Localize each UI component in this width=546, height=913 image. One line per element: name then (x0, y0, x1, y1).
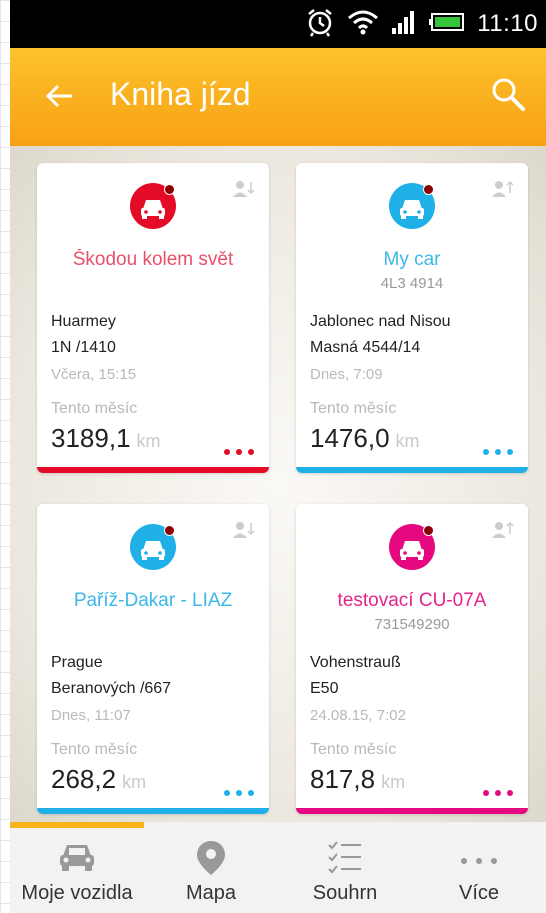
month-label: Tento měsíc (51, 741, 138, 758)
distance-unit: km (136, 431, 161, 451)
location-line2: E50 (310, 680, 339, 697)
nav-item-summary[interactable]: Souhrn (278, 822, 412, 913)
month-label: Tento měsíc (310, 400, 397, 417)
nav-label: Mapa (185, 882, 237, 904)
car-icon (130, 524, 176, 570)
vehicle-name: Paříž-Dakar - LIAZ (73, 590, 233, 611)
location-line1: Huarmey (51, 313, 116, 330)
distance-number: 817,8 (310, 764, 376, 794)
distance-unit: km (381, 772, 406, 792)
last-trip-time: Včera, 15:15 (51, 366, 137, 383)
card-accent-bar (37, 467, 269, 473)
card-accent-bar (37, 808, 269, 814)
month-label: Tento měsíc (51, 400, 138, 417)
more-dots-icon[interactable] (223, 443, 255, 455)
more-dots-icon[interactable] (223, 784, 255, 796)
distance-unit: km (122, 772, 147, 792)
location-line2: Beranových /667 (51, 680, 172, 697)
notification-dot (164, 184, 175, 195)
status-time: 11:10 (477, 10, 538, 37)
card-accent-bar (296, 467, 528, 473)
card-accent-bar (296, 808, 528, 814)
vehicle-plate: 731549290 (374, 616, 450, 633)
vehicle-card[interactable]: Škodou kolem svět Huarmey 1N /1410 Včera… (37, 163, 269, 473)
location-line1: Jablonec nad Nisou (310, 313, 451, 330)
phone-screen: 11:10 Kniha jízd Škodou kolem svět Huarm… (10, 0, 546, 913)
vehicle-name: Škodou kolem svět (72, 249, 234, 270)
distance-unit: km (395, 431, 420, 451)
page-title: Kniha jízd (110, 76, 251, 112)
vehicle-card[interactable]: Paříž-Dakar - LIAZ Prague Beranových /66… (37, 504, 269, 814)
arrow-left-icon[interactable] (44, 80, 76, 112)
last-trip-time: 24.08.15, 7:02 (310, 707, 406, 724)
more-dots-icon[interactable] (482, 784, 514, 796)
car-icon (389, 183, 435, 229)
signal-icon (391, 10, 417, 39)
nav-label: Souhrn (312, 882, 378, 904)
location-line1: Prague (51, 654, 103, 671)
notification-dot (423, 184, 434, 195)
distance-value: 817,8 km (310, 764, 405, 795)
more-dots-icon (459, 852, 499, 870)
location-line2: Masná 4544/14 (310, 339, 421, 356)
nav-item-map[interactable]: Mapa (144, 822, 278, 913)
vehicle-name: My car (383, 249, 441, 270)
last-trip-time: Dnes, 11:07 (51, 707, 131, 724)
notification-dot (164, 525, 175, 536)
distance-number: 1476,0 (310, 423, 390, 453)
app-bar: Kniha jízd (10, 48, 546, 146)
distance-number: 3189,1 (51, 423, 131, 453)
wifi-icon (347, 9, 379, 40)
notification-dot (423, 525, 434, 536)
more-dots-icon[interactable] (482, 443, 514, 455)
vehicle-card[interactable]: testovací CU-07A 731549290 Vohenstrauß E… (296, 504, 528, 814)
vehicle-name: testovací CU-07A (337, 590, 487, 611)
vehicle-card[interactable]: My car 4L3 4914 Jablonec nad Nisou Masná… (296, 163, 528, 473)
nav-label: Více (458, 882, 500, 904)
location-line1: Vohenstrauß (310, 654, 401, 671)
distance-number: 268,2 (51, 764, 117, 794)
month-label: Tento měsíc (310, 741, 397, 758)
nav-label: Moje vozidla (21, 882, 133, 904)
car-icon (389, 524, 435, 570)
alarm-icon (305, 7, 335, 42)
distance-value: 3189,1 km (51, 423, 161, 454)
status-bar: 11:10 (10, 0, 546, 48)
bottom-navigation: Moje vozidla Mapa Souhrn Více (10, 822, 546, 913)
car-icon (55, 840, 99, 879)
vehicle-grid: Škodou kolem svět Huarmey 1N /1410 Včera… (10, 146, 546, 822)
location-line2: 1N /1410 (51, 339, 116, 356)
person-up-icon[interactable] (492, 179, 514, 199)
checklist-icon (327, 840, 363, 881)
last-trip-time: Dnes, 7:09 (310, 366, 383, 383)
search-icon[interactable] (490, 76, 526, 112)
map-pin-icon (196, 840, 226, 881)
distance-value: 268,2 km (51, 764, 146, 795)
person-down-icon[interactable] (233, 179, 255, 199)
battery-icon (429, 11, 465, 38)
car-icon (130, 183, 176, 229)
person-up-icon[interactable] (492, 520, 514, 540)
vehicle-plate: 4L3 4914 (380, 275, 444, 292)
person-down-icon[interactable] (233, 520, 255, 540)
nav-item-vehicles[interactable]: Moje vozidla (10, 822, 144, 913)
distance-value: 1476,0 km (310, 423, 420, 454)
nav-item-more[interactable]: Více (412, 822, 546, 913)
